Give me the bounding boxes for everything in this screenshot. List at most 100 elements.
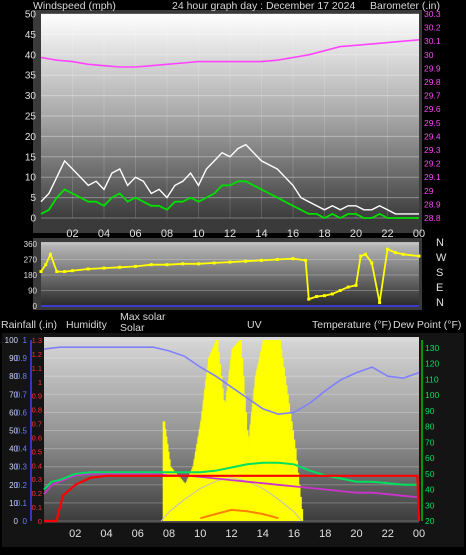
- wind-direction-point: [363, 252, 367, 256]
- temperature-tick-label: 30: [425, 500, 435, 510]
- wind-direction-point: [134, 264, 137, 268]
- windspeed-tick-label: 15: [25, 152, 37, 163]
- wind-direction-point: [39, 270, 43, 274]
- wind-direction-point: [48, 252, 52, 256]
- humidity-tick-label: 10: [9, 499, 18, 508]
- humidity-tick-label: 80: [9, 372, 18, 381]
- compass-label: N: [436, 297, 444, 309]
- wind-direction-point: [102, 266, 106, 270]
- x-tick-label: 02: [69, 528, 81, 540]
- wind-direction-point: [307, 297, 311, 301]
- wind-direction-point: [346, 285, 350, 289]
- wind-direction-point: [212, 261, 216, 265]
- wind-direction-point: [354, 283, 358, 287]
- compass-label: W: [436, 252, 447, 264]
- x-tick-label: 20: [350, 528, 362, 540]
- barometer-tick-label: 30.1: [424, 36, 441, 46]
- wind-direction-point: [330, 292, 334, 296]
- solar-label: Solar: [120, 322, 145, 334]
- x-tick-label: 10: [194, 528, 206, 540]
- barometer-tick-label: 28.8: [424, 213, 441, 223]
- wind-direction-point: [370, 261, 374, 265]
- windspeed-tick-label: 10: [25, 173, 37, 184]
- wind-direction-point: [181, 262, 185, 266]
- wind-direction-point: [149, 263, 153, 267]
- compass-label: N: [436, 237, 444, 249]
- humidity-tick-label: 60: [9, 408, 18, 417]
- x-tick-label: 12: [225, 528, 237, 540]
- uv-tick-label: 0: [38, 517, 42, 526]
- temperature-tick-label: 110: [425, 374, 439, 384]
- wind-direction-point: [165, 263, 169, 267]
- uv-tick-label: 0.1: [32, 503, 42, 512]
- barometer-tick-label: 29.4: [424, 131, 441, 141]
- wind-direction-point: [378, 301, 382, 305]
- wind-direction-point: [197, 262, 200, 266]
- barometer-axis-title: Barometer (.in): [370, 0, 440, 12]
- wind-direction-point: [386, 247, 389, 251]
- wind-direction-point: [71, 269, 74, 273]
- humidity-tick-label: 40: [9, 445, 18, 454]
- humidity-tick-label: 100: [5, 336, 19, 345]
- weather-graph: 0510152025303540455028.828.92929.129.229…: [0, 0, 466, 550]
- x-tick-label: 14: [257, 528, 269, 540]
- barometer-tick-label: 29.2: [424, 159, 441, 169]
- wind-direction-point: [417, 254, 421, 258]
- humidity-tick-label: 0: [14, 517, 19, 526]
- temperature-tick-label: 50: [425, 469, 435, 479]
- windspeed-tick-label: 25: [25, 112, 37, 123]
- winddir-tick-label: 270: [24, 256, 38, 265]
- x-tick-label: 08: [163, 528, 175, 540]
- rainfall-axis-title: Rainfall (.in): [1, 319, 57, 331]
- windspeed-axis-title: Windspeed (mph): [33, 0, 116, 12]
- uv-tick-label: 0.5: [32, 447, 42, 456]
- barometer-tick-label: 29: [424, 186, 434, 196]
- compass-label: S: [436, 267, 443, 279]
- windspeed-tick-label: 35: [25, 71, 37, 82]
- temperature-tick-label: 60: [425, 453, 435, 463]
- barometer-tick-label: 29.1: [424, 172, 441, 182]
- barometer-tick-label: 29.8: [424, 77, 441, 87]
- humidity-tick-label: 90: [9, 354, 18, 363]
- uv-tick-label: 0.9: [32, 392, 42, 401]
- uv-tick-label: 1.2: [32, 350, 42, 359]
- uv-tick-label: 0.2: [32, 489, 42, 498]
- dewpoint-axis-title: Dew Point (°F): [393, 319, 461, 331]
- uv-tick-label: 0.3: [32, 475, 42, 484]
- temperature-tick-label: 20: [425, 516, 435, 526]
- wind-direction-point: [63, 270, 67, 274]
- winddir-tick-label: 0: [33, 302, 38, 311]
- graph-title: 24 hour graph day : December 17 2024: [172, 0, 355, 12]
- uv-tick-label: 1.3: [32, 336, 42, 345]
- wind-direction-point: [401, 252, 405, 256]
- x-tick-label: 22: [382, 528, 394, 540]
- barometer-tick-label: 29.7: [424, 91, 441, 101]
- uv-tick-label: 0.7: [32, 420, 42, 429]
- humidity-tick-label: 20: [9, 481, 18, 490]
- x-tick-label: 04: [100, 528, 112, 540]
- windspeed-tick-label: 30: [25, 91, 37, 102]
- temperature-tick-label: 40: [425, 485, 435, 495]
- wind-direction-point: [44, 263, 48, 267]
- temperature-axis-title: Temperature (°F): [312, 319, 391, 331]
- barometer-tick-label: 29.6: [424, 104, 441, 114]
- wind-direction-point: [338, 289, 342, 292]
- barometer-tick-label: 29.3: [424, 145, 441, 155]
- compass-label: E: [436, 282, 443, 294]
- wind-direction-point: [304, 258, 308, 262]
- uv-tick-label: 1.1: [32, 364, 42, 373]
- humidity-tick-label: 50: [9, 427, 18, 436]
- x-tick-label: 00: [413, 528, 425, 540]
- windspeed-tick-label: 40: [25, 50, 37, 61]
- temperature-tick-label: 130: [425, 343, 439, 353]
- winddir-tick-label: 360: [24, 240, 38, 249]
- barometer-tick-label: 29.5: [424, 118, 441, 128]
- x-tick-label: 06: [132, 528, 144, 540]
- humidity-tick-label: 70: [9, 390, 18, 399]
- rainfall-tick-label: 0: [23, 517, 28, 526]
- temperature-tick-label: 70: [425, 437, 435, 447]
- rainfall-tick-label: 1: [23, 336, 28, 345]
- uv-tick-label: 1: [38, 378, 42, 387]
- wind-direction-point: [55, 270, 59, 274]
- winddir-tick-label: 180: [24, 271, 38, 280]
